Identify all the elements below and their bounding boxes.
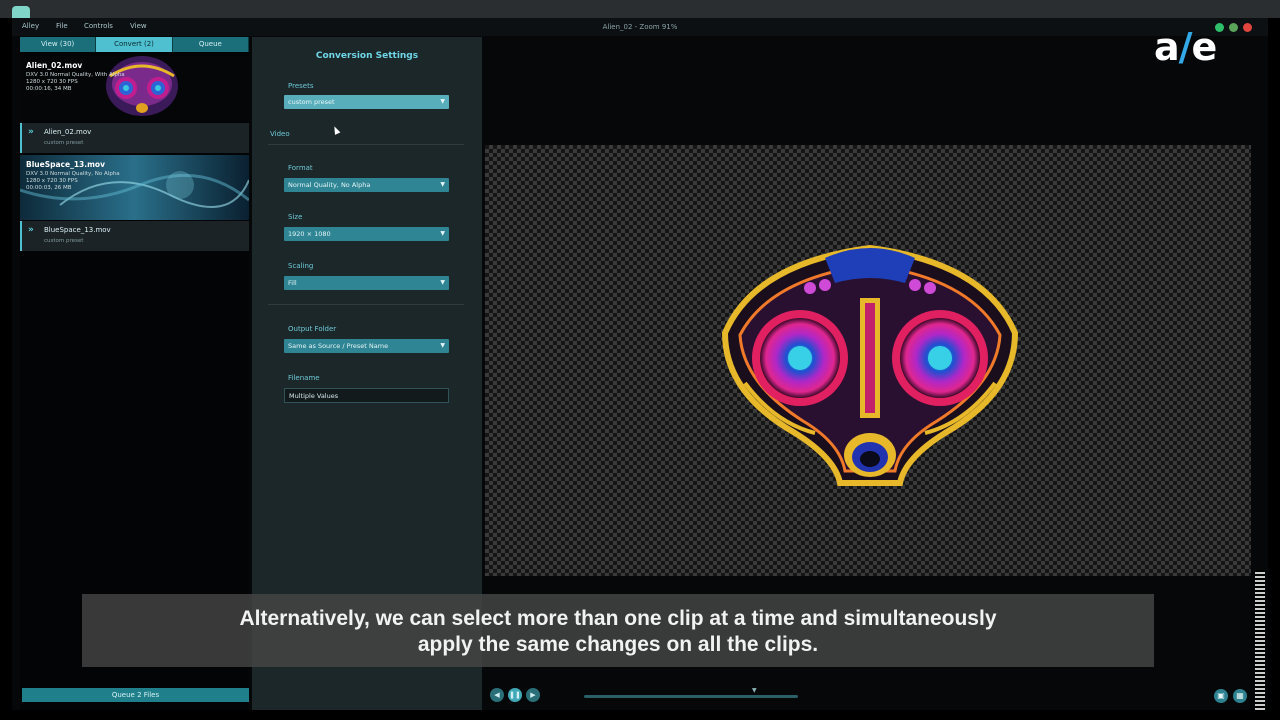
alien-mask-preview [721, 244, 1019, 486]
chevron-down-icon: ▼ [440, 230, 445, 237]
caption-line-2: apply the same changes on all the clips. [417, 633, 819, 656]
ae-logo: a/e [1154, 25, 1218, 69]
filename-value: Multiple Values [289, 392, 339, 400]
section-divider [268, 304, 464, 305]
presets-select[interactable]: custom preset ▼ [284, 95, 449, 109]
video-section-title: Video [270, 130, 290, 138]
minimize-window-icon[interactable] [1229, 23, 1238, 32]
timeline-scrubber[interactable] [584, 695, 798, 698]
format-value: Normal Quality, No Alpha [288, 181, 371, 189]
file-row-preset: custom preset [44, 140, 84, 146]
chevron-down-icon: ▼ [440, 181, 445, 188]
file-row-alien[interactable]: » Alien_02.mov custom preset [20, 123, 249, 153]
settings-heading: Conversion Settings [315, 51, 419, 61]
output-folder-label: Output Folder [288, 325, 337, 333]
file-name: Alien_02.mov [26, 61, 83, 70]
filename-label: Filename [288, 374, 320, 382]
chevron-down-icon: ▼ [440, 342, 445, 349]
logo-slash: / [1178, 25, 1193, 69]
zoom-window-icon[interactable] [1215, 23, 1224, 32]
file-name: BlueSpace_13.mov [26, 160, 105, 169]
previous-frame-icon[interactable]: ◀ [490, 688, 504, 702]
file-card-alien[interactable]: Alien_02.mov DXV 3.0 Normal Quality, Wit… [20, 56, 249, 121]
size-label: Size [288, 213, 303, 221]
scaling-value: Fill [288, 279, 297, 287]
window-title: Alien_02 - Zoom 91% [602, 23, 678, 31]
logo-a: a [1154, 25, 1180, 69]
format-label: Format [288, 164, 313, 172]
chevron-down-icon: ▼ [440, 279, 445, 286]
file-row-preset: custom preset [44, 238, 84, 244]
format-select[interactable]: Normal Quality, No Alpha ▼ [284, 178, 449, 192]
file-row-name: Alien_02.mov [44, 128, 92, 136]
double-chevron-icon: » [28, 225, 34, 235]
tab-queue[interactable]: Queue [172, 37, 249, 52]
panel-tabs: View (30) Convert (2) Queue [20, 37, 249, 52]
size-value: 1920 × 1080 [288, 230, 331, 238]
logo-e: e [1191, 25, 1218, 69]
playhead-marker-icon[interactable]: ▼ [752, 687, 757, 694]
file-resolution: 1280 x 720 30 FPS [26, 79, 78, 85]
outer-frame-top [0, 0, 1280, 18]
size-select[interactable]: 1920 × 1080 ▼ [284, 227, 449, 241]
pause-icon[interactable]: ❚❚ [508, 688, 522, 702]
file-duration: 00:00:03, 26 MB [26, 185, 72, 191]
output-folder-select[interactable]: Same as Source / Preset Name ▼ [284, 339, 449, 353]
queue-files-button[interactable]: Queue 2 Files [22, 688, 249, 702]
presets-label: Presets [288, 82, 314, 90]
file-codec: DXV 3.0 Normal Quality, No Alpha [26, 171, 120, 177]
tab-convert[interactable]: Convert (2) [96, 37, 173, 52]
preview-viewer[interactable] [485, 145, 1251, 576]
fit-view-icon[interactable]: ▣ [1214, 689, 1228, 703]
section-divider [268, 144, 464, 145]
scaling-label: Scaling [288, 262, 314, 270]
close-window-icon[interactable] [1243, 23, 1252, 32]
filename-input[interactable]: Multiple Values [284, 388, 449, 403]
menu-bar: Alley File Controls View Alien_02 - Zoom… [12, 18, 1268, 36]
file-codec: DXV 3.0 Normal Quality, With Alpha [26, 72, 125, 78]
scaling-select[interactable]: Fill ▼ [284, 276, 449, 290]
file-card-bluespace[interactable]: BlueSpace_13.mov DXV 3.0 Normal Quality,… [20, 155, 249, 220]
presets-value: custom preset [288, 98, 335, 106]
mouse-cursor-icon [331, 125, 341, 135]
frame-tab-nub [12, 6, 30, 18]
double-chevron-icon: » [28, 127, 34, 137]
caption-line-1: Alternatively, we can select more than o… [239, 607, 997, 630]
subtitle-caption: Alternatively, we can select more than o… [82, 594, 1154, 667]
file-duration: 00:00:16, 34 MB [26, 86, 72, 92]
file-resolution: 1280 x 720 30 FPS [26, 178, 78, 184]
file-row-name: BlueSpace_13.mov [44, 226, 111, 234]
next-frame-icon[interactable]: ▶ [526, 688, 540, 702]
chevron-down-icon: ▼ [440, 98, 445, 105]
viewer-scrollbar[interactable] [1255, 570, 1265, 710]
file-row-bluespace[interactable]: » BlueSpace_13.mov custom preset [20, 221, 249, 251]
tab-view[interactable]: View (30) [20, 37, 97, 52]
grid-view-icon[interactable]: ▦ [1233, 689, 1247, 703]
output-folder-value: Same as Source / Preset Name [288, 342, 389, 350]
